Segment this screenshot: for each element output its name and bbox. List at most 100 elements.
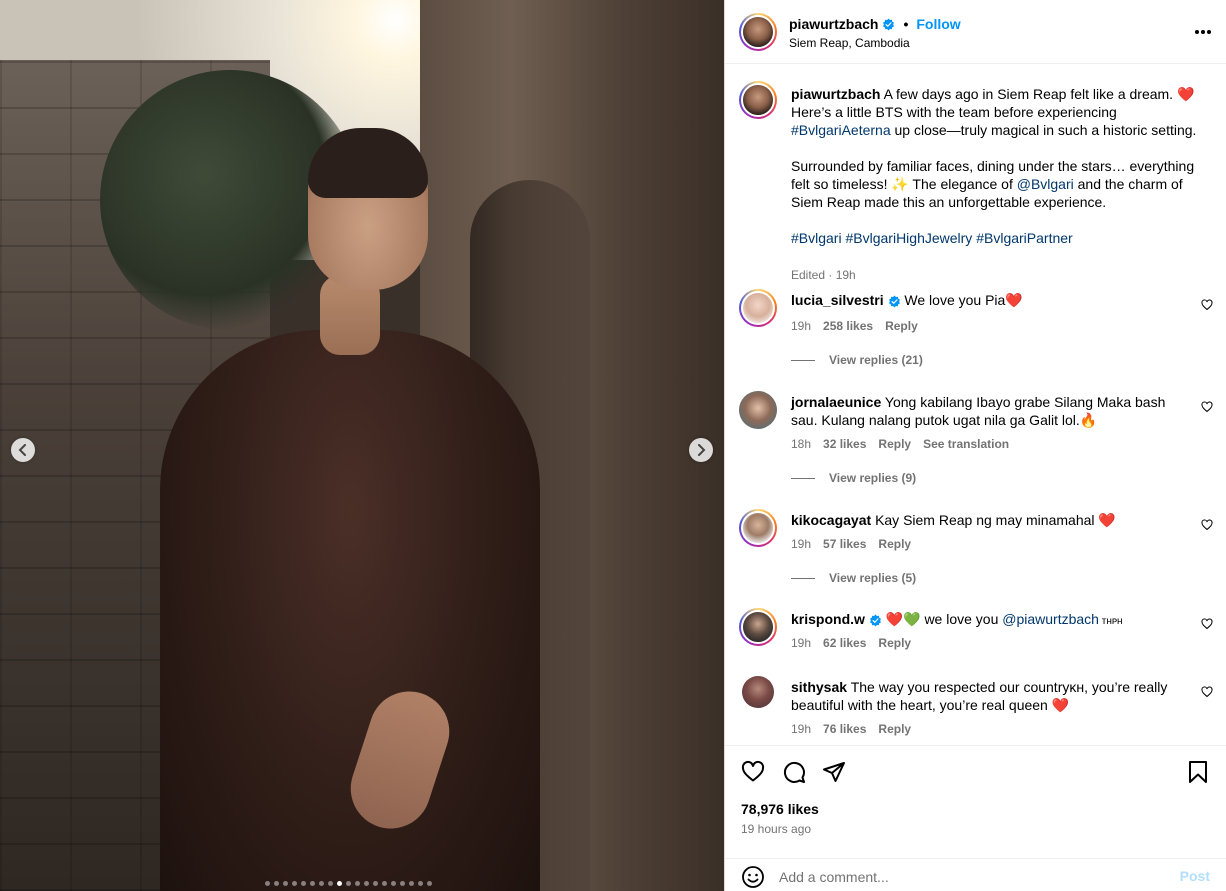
comment-text: sithysak The way you respected our count… — [791, 679, 1168, 713]
slide-dot — [283, 881, 288, 886]
commenter-avatar[interactable] — [739, 391, 777, 429]
comment-meta: 18h 32 likes Reply See translation — [791, 437, 1010, 451]
slide-dot — [310, 881, 315, 886]
heart-icon[interactable] — [741, 760, 765, 784]
author-username[interactable]: piawurtzbach — [789, 16, 878, 32]
comment-like-heart-icon[interactable] — [1201, 618, 1213, 630]
comment-item: jornalaeunice Yong kabilang Ibayo grabe … — [739, 391, 1215, 487]
hashtag-link[interactable]: #BvlgariHighJewelry — [845, 230, 972, 246]
commenter-username[interactable]: krispond.w — [791, 611, 865, 627]
post-header: piawurtzbach • Follow Siem Reap, Cambodi… — [725, 0, 1226, 64]
reply-button[interactable]: Reply — [885, 319, 918, 333]
follow-button[interactable]: Follow — [916, 16, 960, 32]
previous-slide-button[interactable] — [11, 438, 35, 462]
slide-dot — [427, 881, 432, 886]
send-icon[interactable] — [822, 760, 846, 784]
header-separator: • — [903, 16, 909, 32]
comment-item: krispond.w ❤️💚 we love you @piawurtzbach… — [739, 608, 1215, 656]
author-line: piawurtzbach • Follow — [789, 16, 961, 32]
slide-dot — [382, 881, 387, 886]
comment-likes[interactable]: 258 likes — [823, 319, 873, 333]
comment-input[interactable] — [779, 867, 1149, 887]
photo-figure-dress — [160, 330, 540, 891]
slide-dot — [346, 881, 351, 886]
comment-item: kikocagayat Kay Siem Reap ng may minamah… — [739, 509, 1215, 589]
hashtag-link[interactable]: #BvlgariAeterna — [791, 122, 891, 138]
post-location[interactable]: Siem Reap, Cambodia — [789, 36, 910, 50]
author-avatar[interactable] — [739, 13, 777, 51]
post-viewer: piawurtzbach • Follow Siem Reap, Cambodi… — [0, 0, 1226, 891]
commenter-avatar[interactable] — [739, 608, 777, 646]
see-translation-button[interactable]: See translation — [923, 437, 1009, 451]
comment-meta: 19h 62 likes Reply — [791, 636, 912, 650]
post-time[interactable]: 19 hours ago — [741, 822, 811, 836]
commenter-username[interactable]: lucia_silvestri — [791, 292, 884, 308]
comment-likes[interactable]: 76 likes — [823, 722, 866, 736]
comment-like-heart-icon[interactable] — [1201, 401, 1213, 413]
commenter-username[interactable]: sithysak — [791, 679, 847, 695]
comment-text: lucia_silvestri We love you Pia❤️ — [791, 292, 1023, 308]
comment-item: lucia_silvestri We love you Pia❤️ 19h 25… — [739, 289, 1215, 369]
chevron-right-icon — [698, 444, 706, 456]
commenter-avatar[interactable] — [742, 676, 774, 708]
verified-badge-icon — [883, 18, 895, 30]
caption-hashtags: #Bvlgari #BvlgariHighJewelry #BvlgariPar… — [791, 229, 1201, 247]
reply-button[interactable]: Reply — [878, 722, 911, 736]
comment-meta: 19h 258 likes Reply — [791, 319, 918, 333]
heart-emoji: ❤️ — [1176, 86, 1195, 102]
slide-indicator — [265, 881, 432, 886]
hashtag-link[interactable]: #BvlgariPartner — [976, 230, 1073, 246]
slide-dot — [400, 881, 405, 886]
post-side-panel: piawurtzbach • Follow Siem Reap, Cambodi… — [724, 0, 1226, 891]
caption-username[interactable]: piawurtzbach — [791, 86, 880, 102]
bookmark-icon[interactable] — [1186, 760, 1210, 784]
commenter-avatar[interactable] — [739, 509, 777, 547]
likes-count[interactable]: 78,976 likes — [741, 801, 819, 817]
slide-dot — [319, 881, 324, 886]
slide-dot — [418, 881, 423, 886]
commenter-avatar[interactable] — [739, 289, 777, 327]
more-options-button[interactable] — [1194, 24, 1212, 40]
comment-likes[interactable]: 57 likes — [823, 537, 866, 551]
verified-badge-icon — [869, 614, 881, 627]
comment-text: kikocagayat Kay Siem Reap ng may minamah… — [791, 512, 1116, 528]
caption-author-avatar[interactable] — [739, 81, 777, 119]
comment-like-heart-icon[interactable] — [1201, 686, 1213, 698]
commenter-username[interactable]: jornalaeunice — [791, 394, 881, 410]
slide-dot — [328, 881, 333, 886]
mention-link[interactable]: @piawurtzbach — [1002, 611, 1099, 627]
comment-item: sithysak The way you respected our count… — [739, 676, 1215, 740]
view-replies-button[interactable]: View replies (5) — [791, 571, 916, 585]
slide-dot — [274, 881, 279, 886]
hashtag-link[interactable]: #Bvlgari — [791, 230, 842, 246]
add-comment-bar: Post — [725, 858, 1226, 891]
comment-like-heart-icon[interactable] — [1201, 519, 1213, 531]
post-comment-button[interactable]: Post — [1180, 868, 1210, 884]
commenter-username[interactable]: kikocagayat — [791, 512, 871, 528]
comment-likes[interactable]: 62 likes — [823, 636, 866, 650]
caption-meta: Edited · 19h — [791, 268, 856, 282]
reply-button[interactable]: Reply — [878, 437, 911, 451]
slide-dot — [391, 881, 396, 886]
slide-dot — [355, 881, 360, 886]
slide-dot — [337, 881, 342, 886]
caption-text: piawurtzbach A few days ago in Siem Reap… — [791, 85, 1201, 265]
comments-scroll-area[interactable]: piawurtzbach A few days ago in Siem Reap… — [725, 65, 1226, 745]
comment-likes[interactable]: 32 likes — [823, 437, 866, 451]
reply-button[interactable]: Reply — [878, 537, 911, 551]
comment-like-heart-icon[interactable] — [1201, 299, 1213, 311]
view-replies-button[interactable]: View replies (21) — [791, 353, 923, 367]
reply-button[interactable]: Reply — [878, 636, 911, 650]
emoji-icon[interactable] — [741, 865, 765, 889]
chevron-left-icon — [18, 444, 26, 456]
post-actions — [725, 745, 1226, 795]
mention-link[interactable]: @Bvlgari — [1017, 176, 1074, 192]
view-replies-button[interactable]: View replies (9) — [791, 471, 916, 485]
comment-text: jornalaeunice Yong kabilang Ibayo grabe … — [791, 394, 1166, 428]
slide-dot — [292, 881, 297, 886]
comment-icon[interactable] — [782, 760, 806, 784]
next-slide-button[interactable] — [689, 438, 713, 462]
post-photo[interactable] — [0, 0, 724, 891]
slide-dot — [373, 881, 378, 886]
more-horizontal-icon — [1195, 30, 1199, 34]
